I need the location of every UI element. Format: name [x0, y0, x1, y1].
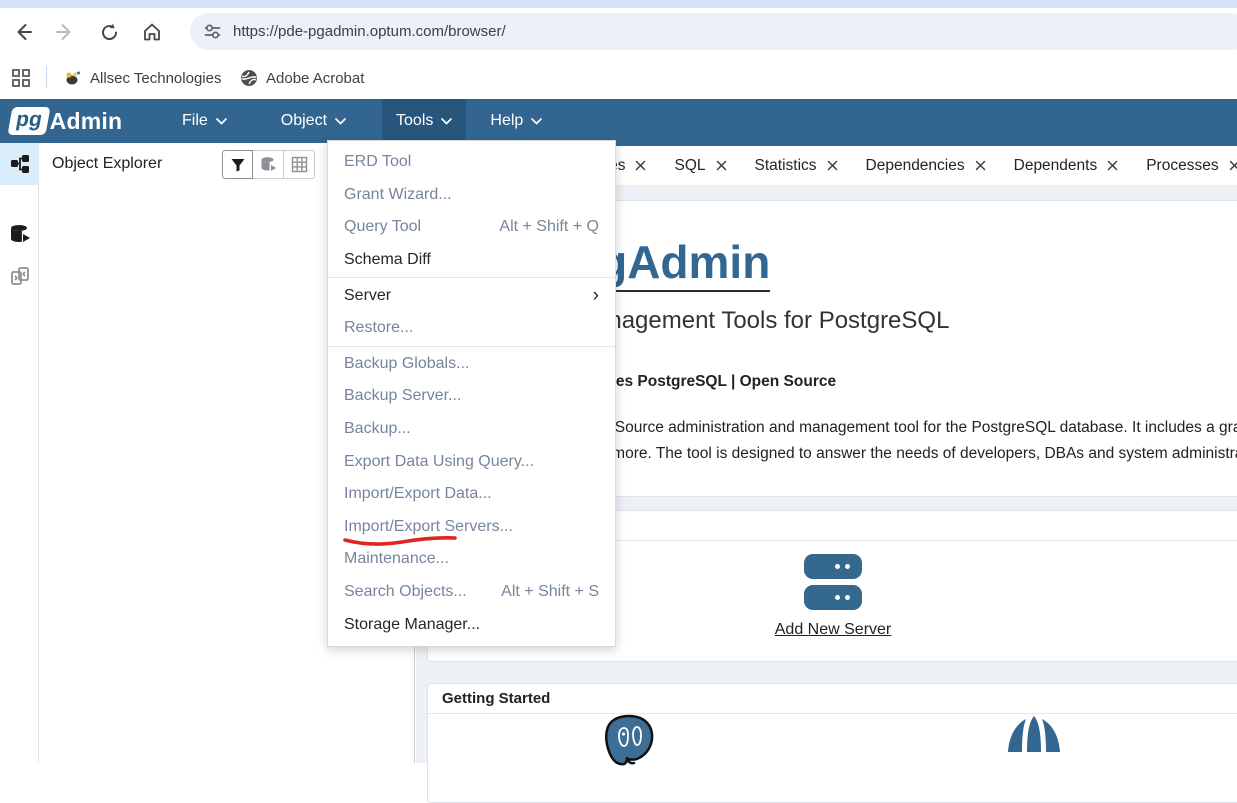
tab-statistics[interactable]: Statistics [741, 146, 852, 185]
server-stack-icon[interactable] [804, 554, 862, 610]
filter-icon[interactable] [222, 150, 253, 179]
menu-divider [328, 346, 615, 347]
rail-processes-swap-icon[interactable] [0, 255, 39, 297]
menu-item-search-objects[interactable]: Search Objects...Alt + Shift + S [328, 576, 615, 609]
bookmark-label: Allsec Technologies [90, 70, 221, 87]
url-text[interactable]: https://pde-pgadmin.optum.com/browser/ [233, 23, 506, 40]
forward-icon[interactable] [50, 17, 80, 47]
back-icon[interactable] [8, 17, 38, 47]
shortcut-label: Alt + Shift + S [501, 583, 599, 601]
tools-dropdown-menu: ERD Tool Grant Wizard... Query ToolAlt +… [327, 140, 616, 647]
apps-grid-icon[interactable] [11, 64, 31, 92]
chevron-down-icon [335, 118, 346, 125]
address-bar[interactable]: https://pde-pgadmin.optum.com/browser/ [190, 13, 1237, 50]
close-icon[interactable] [1107, 160, 1118, 171]
menu-object[interactable]: Object [267, 99, 360, 143]
menu-tools-label: Tools [396, 112, 433, 130]
close-icon[interactable] [827, 160, 838, 171]
menu-file[interactable]: File [168, 99, 241, 143]
close-icon[interactable] [716, 160, 727, 171]
tab-label: Dependencies [866, 157, 965, 175]
tab-label: Statistics [755, 157, 817, 175]
explorer-toolbar [222, 150, 315, 179]
object-explorer-title: Object Explorer [52, 155, 162, 173]
grid-view-icon[interactable] [284, 150, 315, 179]
menu-item-backup-server[interactable]: Backup Server... [328, 380, 615, 413]
pgadmin-website-icon[interactable] [998, 714, 1070, 766]
chevron-down-icon [216, 118, 227, 125]
menu-item-server[interactable]: Server› [328, 279, 615, 312]
menu-help-label: Help [490, 112, 523, 130]
menu-item-export-data-using-query[interactable]: Export Data Using Query... [328, 445, 615, 478]
database-connect-icon[interactable] [253, 150, 284, 179]
menu-item-import-export-data[interactable]: Import/Export Data... [328, 478, 615, 511]
menu-item-schema-diff[interactable]: Schema Diff [328, 244, 615, 277]
bookmark-label: Adobe Acrobat [266, 70, 364, 87]
postgresql-elephant-icon[interactable] [597, 714, 661, 766]
site-settings-icon[interactable] [204, 23, 221, 40]
getting-started-title: Getting Started [428, 684, 1237, 714]
menu-object-label: Object [281, 112, 327, 130]
shortcut-label: Alt + Shift + Q [499, 218, 599, 236]
left-icon-rail [0, 143, 39, 763]
menu-item-restore[interactable]: Restore... [328, 312, 615, 345]
tab-sql[interactable]: SQL [660, 146, 740, 185]
menu-item-storage-manager[interactable]: Storage Manager... [328, 608, 615, 641]
chevron-down-icon [441, 118, 452, 125]
menu-tools[interactable]: Tools [382, 99, 466, 143]
menu-item-maintenance[interactable]: Maintenance... [328, 543, 615, 576]
bookmark-adobe[interactable]: Adobe Acrobat [240, 64, 364, 92]
tab-label: SQL [674, 157, 705, 175]
pgadmin-navbar: pg Admin File Object Tools Help [0, 99, 1237, 143]
tab-dependents[interactable]: Dependents [1000, 146, 1133, 185]
welcome-subtitle: Management Tools for PostgreSQL [575, 307, 949, 335]
rail-object-explorer-tree-icon[interactable] [0, 143, 39, 185]
tab-dependencies[interactable]: Dependencies [852, 146, 1000, 185]
rail-query-tool-database-icon[interactable] [0, 213, 39, 255]
close-icon[interactable] [635, 160, 646, 171]
pgadmin-logo-pg: pg [8, 107, 51, 135]
home-icon[interactable] [137, 17, 167, 47]
pgadmin-logo-admin: Admin [50, 108, 123, 135]
browser-toolbar: https://pde-pgadmin.optum.com/browser/ [0, 8, 1237, 56]
menu-item-query-tool[interactable]: Query ToolAlt + Shift + Q [328, 211, 615, 244]
adobe-favicon-globe-icon [240, 69, 258, 87]
menu-item-backup-globals[interactable]: Backup Globals... [328, 348, 615, 381]
window-top-strip [0, 0, 1237, 8]
add-new-server-link[interactable]: Add New Server [775, 621, 892, 639]
allsec-favicon-bee-icon [64, 69, 82, 87]
chevron-down-icon [531, 118, 542, 125]
menu-item-backup[interactable]: Backup... [328, 413, 615, 446]
menu-item-erd-tool[interactable]: ERD Tool [328, 146, 615, 179]
getting-started-panel: Getting Started [427, 683, 1237, 803]
close-icon[interactable] [1229, 160, 1237, 171]
menu-item-import-export-servers[interactable]: Import/Export Servers... [328, 511, 615, 544]
tab-processes[interactable]: Processes [1132, 146, 1237, 185]
menu-help[interactable]: Help [476, 99, 556, 143]
pgadmin-logo[interactable]: pg Admin [10, 99, 150, 143]
tab-label: Processes [1146, 157, 1218, 175]
bookmarks-divider [46, 66, 47, 88]
menu-divider [328, 277, 615, 278]
reload-icon[interactable] [94, 17, 124, 47]
tab-label: Dependents [1014, 157, 1098, 175]
close-icon[interactable] [975, 160, 986, 171]
bookmarks-bar: Allsec Technologies Adobe Acrobat [0, 56, 1237, 99]
bookmark-allsec[interactable]: Allsec Technologies [64, 64, 221, 92]
submenu-arrow-icon: › [593, 286, 599, 305]
menu-file-label: File [182, 112, 208, 130]
menu-item-grant-wizard[interactable]: Grant Wizard... [328, 179, 615, 212]
